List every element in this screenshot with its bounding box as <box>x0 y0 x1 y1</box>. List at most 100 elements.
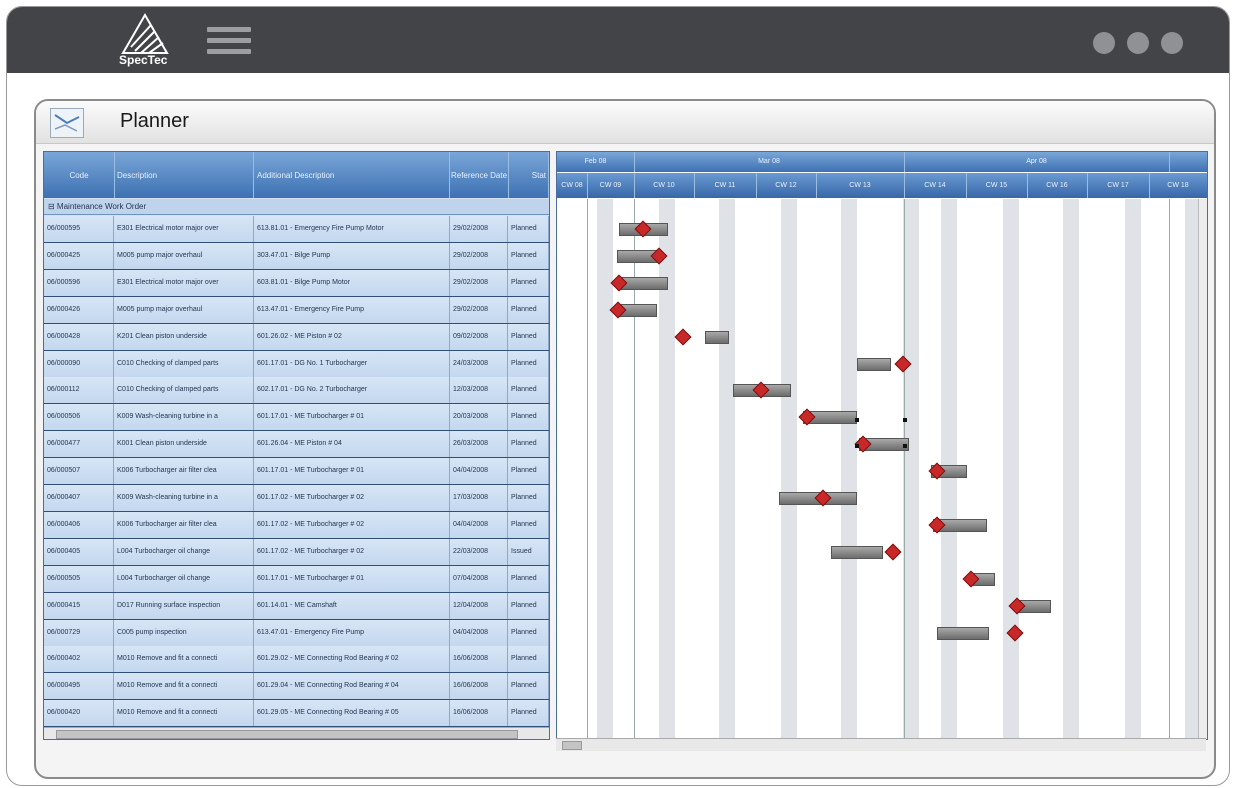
window-control-button-3[interactable] <box>1161 32 1183 54</box>
cell-status: Planned <box>508 323 549 350</box>
table-row[interactable]: 06/000729 C005 pump inspection 613.47.01 -… <box>44 619 549 647</box>
week-band <box>597 199 613 739</box>
logo-text: SpecTec <box>119 53 168 67</box>
cell-reference-date: 22/03/2008 <box>450 538 508 565</box>
table-row[interactable]: 06/000505 L004 Turbocharger oil change 601… <box>44 565 549 593</box>
week-cw-08: CW 08 <box>557 173 588 198</box>
cell-additional-description: 601.14.01 - ME Camshaft <box>254 592 450 619</box>
milestone-diamond[interactable] <box>884 543 902 561</box>
cell-code: 06/000425 <box>44 242 114 269</box>
cell-reference-date: 04/04/2008 <box>450 458 508 485</box>
table-row[interactable]: 06/000407 K009 Wash-cleaning turbine in a… <box>44 485 549 512</box>
cell-code: 06/000406 <box>44 511 114 538</box>
table-row[interactable]: 06/000507 K006 Turbocharger air filter cl… <box>44 458 549 486</box>
cell-status: Planned <box>508 404 549 431</box>
cell-status: Planned <box>508 565 549 592</box>
week-cw-10: CW 10 <box>634 173 695 198</box>
grid-header: Code Description Additional Description … <box>44 152 549 198</box>
table-row[interactable]: 06/000112 C010 Checking of clamped parts 6… <box>44 377 549 405</box>
cell-additional-description: 602.17.01 - DG No. 2 Turbocharger <box>254 377 450 404</box>
table-row[interactable]: 06/000415 D017 Running surface inspection… <box>44 592 549 620</box>
month-apr-08: Apr 08 <box>904 152 1170 172</box>
cell-status: Planned <box>508 485 549 511</box>
column-header-status[interactable]: Stat <box>508 152 549 198</box>
cell-description: D017 Running surface inspection <box>114 592 254 619</box>
selection-handle[interactable] <box>855 418 859 422</box>
week-band <box>781 199 797 739</box>
cell-reference-date: 29/02/2008 <box>450 242 508 269</box>
month-divider <box>904 199 905 739</box>
cell-reference-date: 24/03/2008 <box>450 350 508 377</box>
cell-additional-description: 601.26.04 - ME Piston # 04 <box>254 431 450 458</box>
week-band <box>1063 199 1079 739</box>
week-band <box>1185 199 1199 739</box>
cell-status: Planned <box>508 431 549 458</box>
month-feb-08: Feb 08 <box>557 152 635 172</box>
grid-scroll-thumb[interactable] <box>56 730 518 739</box>
gantt-vertical-scrollbar[interactable] <box>1198 199 1207 739</box>
cell-description: L004 Turbocharger oil change <box>114 565 254 592</box>
column-header-reference-date[interactable]: Reference Date <box>450 152 509 198</box>
milestone-diamond[interactable] <box>674 328 692 346</box>
cell-description: M010 Remove and fit a connecti <box>114 646 254 673</box>
cell-code: 06/000596 <box>44 269 114 296</box>
cell-code: 06/000426 <box>44 296 114 323</box>
cell-additional-description: 601.29.02 - ME Connecting Rod Bearing # … <box>254 646 450 673</box>
gantt-month-header: Feb 08 Mar 08 Apr 08 <box>557 152 1207 172</box>
table-row[interactable]: 06/000425 M005 pump major overhaul 303.47.… <box>44 242 549 270</box>
cell-additional-description: 601.17.02 - ME Turbocharger # 02 <box>254 511 450 538</box>
table-row[interactable]: 06/000420 M010 Remove and fit a connecti 6… <box>44 700 549 728</box>
cell-additional-description: 613.47.01 - Emergency Fire Pump <box>254 619 450 646</box>
cell-code: 06/000407 <box>44 485 114 511</box>
column-header-additional-description[interactable]: Additional Description <box>254 152 450 198</box>
window-control-button-1[interactable] <box>1093 32 1115 54</box>
table-row[interactable]: 06/000506 K009 Wash-cleaning turbine in a… <box>44 404 549 432</box>
table-row[interactable]: 06/000428 K201 Clean piston underside 601.… <box>44 323 549 351</box>
column-header-description[interactable]: Description <box>114 152 254 198</box>
gantt-chart: Feb 08 Mar 08 Apr 08 CW 08 CW 09 CW 10 C… <box>556 151 1208 740</box>
table-row[interactable]: 06/000495 M010 Remove and fit a connecti 6… <box>44 673 549 701</box>
cell-additional-description: 601.17.01 - ME Turbocharger # 01 <box>254 565 450 592</box>
table-row[interactable]: 06/000402 M010 Remove and fit a connecti 6… <box>44 646 549 674</box>
cell-code: 06/000477 <box>44 431 114 458</box>
cell-description: M010 Remove and fit a connecti <box>114 673 254 700</box>
cell-description: K001 Clean piston underside <box>114 431 254 458</box>
cell-reference-date: 29/02/2008 <box>450 296 508 323</box>
cell-code: 06/000506 <box>44 404 114 431</box>
week-cw-15: CW 15 <box>966 173 1028 198</box>
grid-horizontal-scrollbar[interactable] <box>44 727 549 739</box>
task-bar[interactable] <box>857 357 891 371</box>
table-row[interactable]: 06/000477 K001 Clean piston underside 601.… <box>44 431 549 459</box>
task-bar[interactable] <box>831 545 883 559</box>
task-bar[interactable] <box>937 626 989 640</box>
selection-handle[interactable] <box>903 418 907 422</box>
selection-handle[interactable] <box>855 444 859 448</box>
cell-additional-description: 603.81.01 - Bilge Pump Motor <box>254 269 450 296</box>
table-row[interactable]: 06/000596 E301 Electrical motor major ove… <box>44 269 549 297</box>
table-row[interactable]: 06/000406 K006 Turbocharger air filter cl… <box>44 511 549 539</box>
table-row[interactable]: 06/000426 M005 pump major overhaul 613.47.… <box>44 296 549 324</box>
week-cw-17: CW 17 <box>1087 173 1150 198</box>
month-divider <box>587 199 588 739</box>
cell-description: M010 Remove and fit a connecti <box>114 700 254 727</box>
table-row[interactable]: 06/000595 E301 Electrical motor major ove… <box>44 216 549 243</box>
cell-status: Planned <box>508 700 549 727</box>
hamburger-menu-icon[interactable] <box>207 27 251 59</box>
table-row[interactable]: 06/000090 C010 Checking of clamped parts 6… <box>44 350 549 378</box>
cell-reference-date: 26/03/2008 <box>450 431 508 458</box>
gantt-scroll-thumb[interactable] <box>562 741 582 750</box>
table-row[interactable]: 06/000405 L004 Turbocharger oil change 601… <box>44 538 549 566</box>
gantt-horizontal-scrollbar[interactable] <box>556 738 1206 751</box>
group-row-maintenance-work-order[interactable]: ⊟ Maintenance Work Order <box>44 199 549 215</box>
selection-handle[interactable] <box>903 444 907 448</box>
task-bar[interactable] <box>705 330 729 344</box>
week-cw-14: CW 14 <box>904 173 967 198</box>
window-control-button-2[interactable] <box>1127 32 1149 54</box>
cell-status: Planned <box>508 377 549 404</box>
cell-additional-description: 601.29.04 - ME Connecting Rod Bearing # … <box>254 673 450 700</box>
column-header-code[interactable]: Code <box>44 152 115 198</box>
cell-additional-description: 613.81.01 - Emergency Fire Pump Motor <box>254 216 450 242</box>
cell-reference-date: 04/04/2008 <box>450 619 508 646</box>
week-cw-12: CW 12 <box>756 173 817 198</box>
cell-description: C005 pump inspection <box>114 619 254 646</box>
